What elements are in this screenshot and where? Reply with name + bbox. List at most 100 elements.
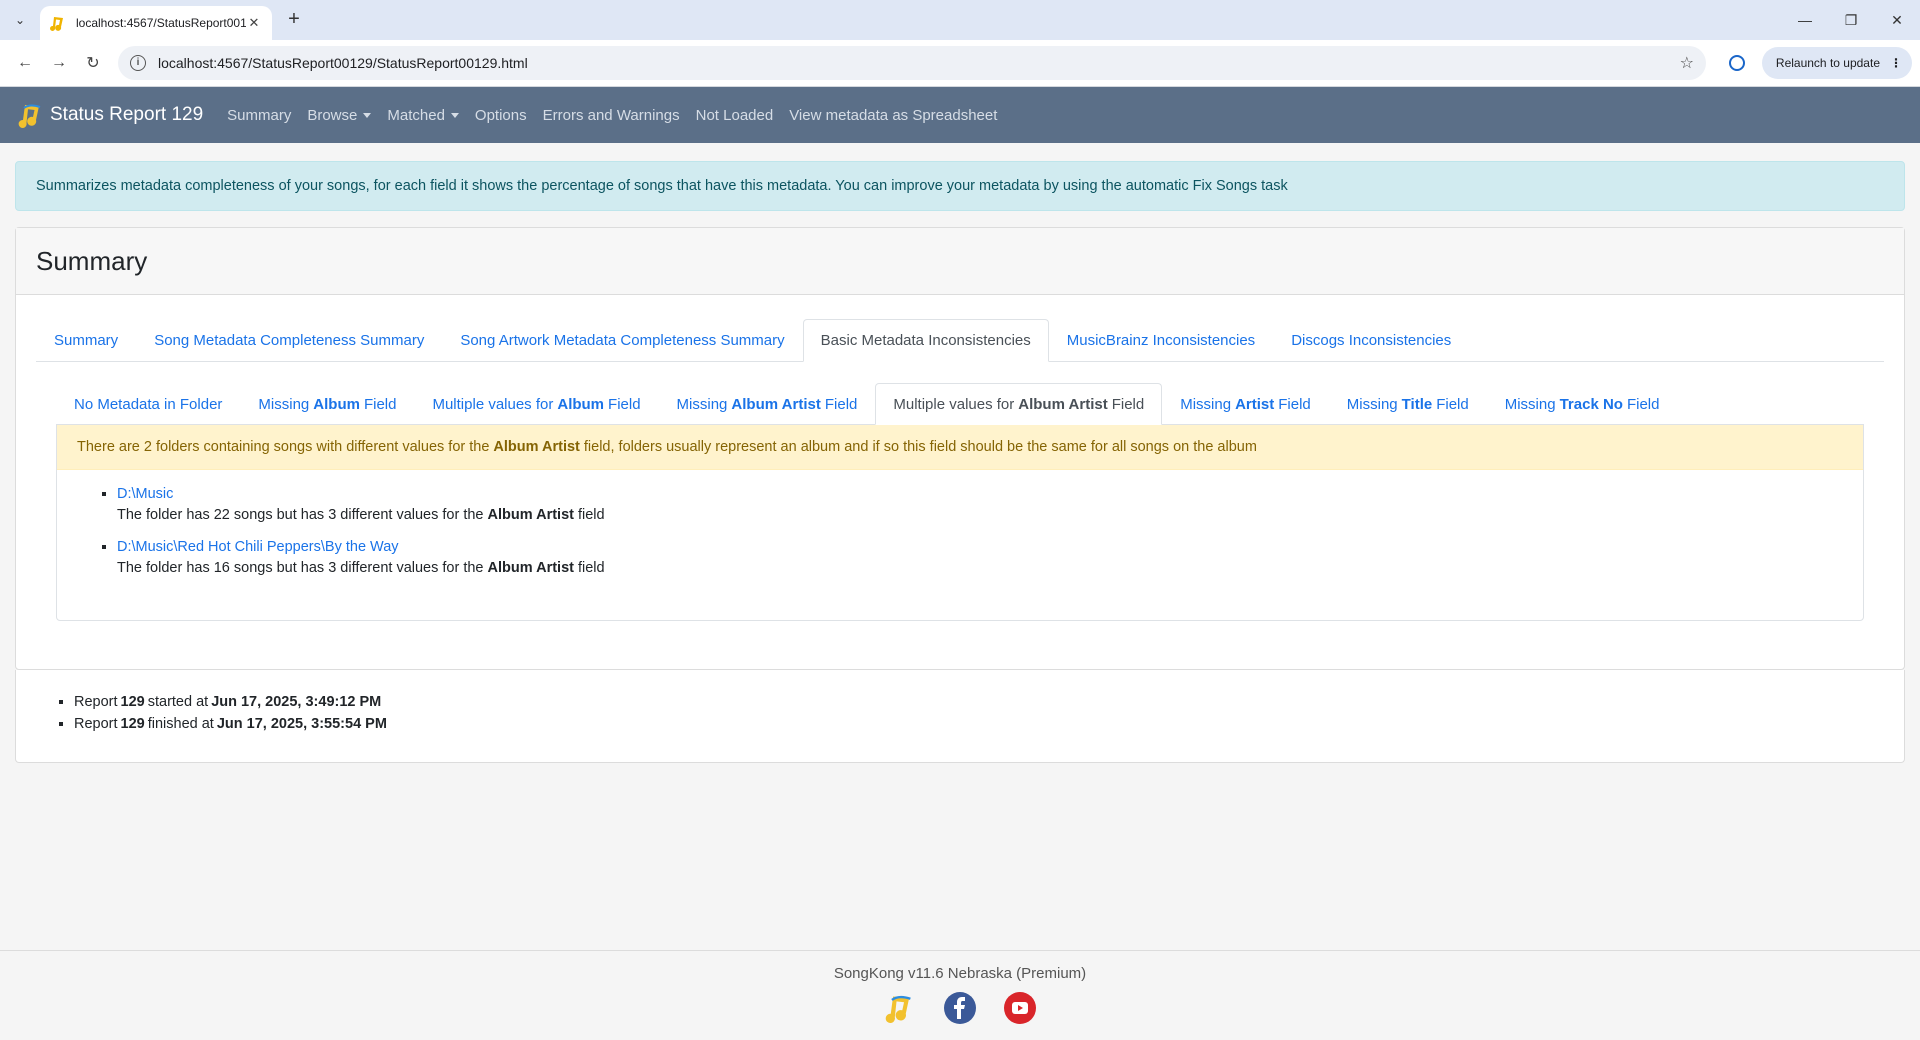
tab-discogs-inconsistencies[interactable]: Discogs Inconsistencies bbox=[1273, 319, 1469, 362]
browser-tab[interactable]: localhost:4567/StatusReport00129 ✕ bbox=[40, 6, 272, 40]
subtab-panel: There are 2 folders containing songs wit… bbox=[56, 424, 1864, 621]
warning-text-bold: Album Artist bbox=[493, 439, 580, 455]
tab-summary[interactable]: Summary bbox=[36, 319, 136, 362]
list-item: D:\Music The folder has 22 songs but has … bbox=[117, 486, 1843, 523]
tab-search-chevron-icon[interactable]: ⌄ bbox=[8, 8, 32, 32]
close-tab-icon[interactable]: ✕ bbox=[246, 15, 262, 31]
warning-alert: There are 2 folders containing songs wit… bbox=[57, 425, 1863, 470]
folder-link[interactable]: D:\Music\Red Hot Chili Peppers\By the Wa… bbox=[117, 539, 399, 555]
page-content: Summarizes metadata completeness of your… bbox=[0, 161, 1920, 763]
tab-musicbrainz-inconsistencies[interactable]: MusicBrainz Inconsistencies bbox=[1049, 319, 1273, 362]
site-info-icon[interactable]: i bbox=[130, 55, 146, 71]
app-navbar: Status Report 129 Summary Browse Matched Op… bbox=[0, 87, 1920, 143]
youtube-icon[interactable] bbox=[1004, 992, 1036, 1024]
dropdown-caret-icon bbox=[450, 112, 459, 118]
subtab-label: Multiple values for bbox=[432, 395, 554, 413]
subtab-multiple-values-for-album-field[interactable]: Multiple values for Album Field bbox=[414, 383, 658, 425]
songkong-favicon-icon bbox=[50, 17, 63, 31]
subtab-missing-track-no-field[interactable]: Missing Track No Field bbox=[1487, 383, 1678, 425]
nav-links: Summary Browse Matched Options Errors and Wa… bbox=[227, 107, 1013, 124]
nav-link-options[interactable]: Options bbox=[475, 107, 527, 124]
window-controls: — ❐ ✕ bbox=[1782, 0, 1920, 40]
new-tab-plus-icon[interactable]: + bbox=[282, 8, 306, 32]
subtab-label: No Metadata in Folder bbox=[74, 395, 223, 413]
facebook-icon[interactable] bbox=[944, 992, 976, 1024]
subtab-multiple-values-for-album-artist-field[interactable]: Multiple values for Album Artist Field bbox=[875, 383, 1163, 425]
browser-tabstrip: ⌄ localhost:4567/StatusReport00129 ✕ + —… bbox=[0, 0, 1920, 40]
profile-icon[interactable] bbox=[1720, 46, 1754, 80]
report-times-card: Report129started atJun 17, 2025, 3:49:12… bbox=[15, 670, 1905, 763]
folder-description: The folder has 16 songs but has 3 differ… bbox=[117, 560, 605, 576]
subtab-label: Missing bbox=[1180, 395, 1232, 413]
nav-link-summary[interactable]: Summary bbox=[227, 107, 291, 124]
bookmark-star-icon[interactable]: ☆ bbox=[1680, 53, 1694, 73]
reload-icon[interactable]: ↻ bbox=[76, 46, 110, 80]
subtab-label: Missing bbox=[1504, 395, 1556, 413]
subtab-missing-album-artist-field[interactable]: Missing Album Artist Field bbox=[659, 383, 876, 425]
folder-description: The folder has 22 songs but has 3 differ… bbox=[117, 507, 605, 523]
subtab-label-suffix: Field bbox=[1111, 395, 1145, 413]
nav-link-not-loaded[interactable]: Not Loaded bbox=[696, 107, 774, 124]
songkong-logo-icon bbox=[18, 104, 41, 128]
nav-link-view-metadata-as-spreadsheet[interactable]: View metadata as Spreadsheet bbox=[789, 107, 997, 124]
subtab-label: Missing bbox=[676, 395, 728, 413]
nav-link-errors-and-warnings[interactable]: Errors and Warnings bbox=[543, 107, 680, 124]
subtab-no-metadata-in-folder[interactable]: No Metadata in Folder bbox=[56, 383, 240, 425]
info-alert: Summarizes metadata completeness of your… bbox=[15, 161, 1905, 211]
subtab-missing-album-field[interactable]: Missing Album Field bbox=[240, 383, 414, 425]
close-window-icon[interactable]: ✕ bbox=[1874, 0, 1920, 40]
footer: SongKong v11.6 Nebraska (Premium) bbox=[0, 950, 1920, 1040]
subtab-label-bold: Artist bbox=[1235, 395, 1275, 413]
card-body: Summary Song Metadata Completeness Summar… bbox=[16, 295, 1904, 669]
subtab-label-bold: Album Artist bbox=[731, 395, 821, 413]
subtab-missing-artist-field[interactable]: Missing Artist Field bbox=[1162, 383, 1329, 425]
subtab-label-bold: Album Artist bbox=[1018, 395, 1108, 413]
subtab-label-bold: Album bbox=[557, 395, 605, 413]
warning-text-pre: There are 2 folders containing songs wit… bbox=[77, 439, 490, 455]
subtab-missing-title-field[interactable]: Missing Title Field bbox=[1329, 383, 1487, 425]
brand-title: Status Report 129 bbox=[50, 104, 204, 125]
summary-card: Summary Summary Song Metadata Completenes… bbox=[15, 227, 1905, 670]
dropdown-caret-icon bbox=[363, 112, 372, 118]
minimize-icon[interactable]: — bbox=[1782, 0, 1828, 40]
url-text: localhost:4567/StatusReport00129/StatusR… bbox=[158, 55, 528, 71]
subtab-label: Missing bbox=[1346, 395, 1398, 413]
subtab-label-bold: Title bbox=[1401, 395, 1433, 413]
tab-basic-metadata-inconsistencies[interactable]: Basic Metadata Inconsistencies bbox=[802, 319, 1049, 362]
brand[interactable]: Status Report 129 bbox=[18, 102, 203, 128]
subtab-label-suffix: Field bbox=[1626, 395, 1660, 413]
subtab-label-bold: Track No bbox=[1559, 395, 1623, 413]
report-started: Report129started atJun 17, 2025, 3:49:12… bbox=[74, 694, 1884, 710]
subtab-label-suffix: Field bbox=[608, 395, 641, 413]
relaunch-button[interactable]: Relaunch to update ⋮ bbox=[1761, 47, 1912, 79]
subtab-label: Multiple values for bbox=[893, 395, 1015, 413]
subtab-label-suffix: Field bbox=[1436, 395, 1469, 413]
folder-list: D:\Music The folder has 22 songs but has … bbox=[57, 470, 1863, 620]
tab-song-metadata-completeness-summary[interactable]: Song Metadata Completeness Summary bbox=[136, 319, 442, 362]
forward-arrow-icon[interactable]: → bbox=[42, 46, 76, 80]
list-item: D:\Music\Red Hot Chili Peppers\By the Wa… bbox=[117, 539, 1843, 576]
more-menu-icon[interactable]: ⋮ bbox=[1890, 56, 1902, 70]
sub-tabs: No Metadata in Folder Missing Album Field Mu… bbox=[56, 382, 1864, 425]
main-tabs: Summary Song Metadata Completeness Summar… bbox=[36, 319, 1884, 362]
restore-icon[interactable]: ❐ bbox=[1828, 0, 1874, 40]
subtab-label-suffix: Field bbox=[824, 395, 858, 413]
subtab-label-bold: Album bbox=[313, 395, 360, 413]
footer-icons bbox=[0, 992, 1920, 1024]
report-finished: Report129finished atJun 17, 2025, 3:55:5… bbox=[74, 716, 1884, 732]
subtab-label-suffix: Field bbox=[1278, 395, 1311, 413]
folder-link[interactable]: D:\Music bbox=[117, 486, 173, 502]
tab-song-artwork-metadata-completeness-summary[interactable]: Song Artwork Metadata Completeness Summa… bbox=[442, 319, 802, 362]
subtab-label: Missing bbox=[258, 395, 310, 413]
relaunch-label: Relaunch to update bbox=[1775, 56, 1880, 70]
songkong-link-icon[interactable] bbox=[884, 992, 916, 1024]
footer-version: SongKong v11.6 Nebraska (Premium) bbox=[833, 965, 1087, 982]
nav-link-matched[interactable]: Matched bbox=[387, 107, 445, 124]
browser-tab-title: localhost:4567/StatusReport00129 bbox=[76, 16, 246, 30]
browser-toolbar: ← → ↻ i localhost:4567/StatusReport00129… bbox=[0, 40, 1920, 87]
nav-link-browse[interactable]: Browse bbox=[307, 107, 357, 124]
warning-text-post: field, folders usually represent an albu… bbox=[583, 439, 1257, 455]
address-bar[interactable]: i localhost:4567/StatusReport00129/Statu… bbox=[118, 46, 1706, 80]
subtab-label-suffix: Field bbox=[363, 395, 397, 413]
back-arrow-icon[interactable]: ← bbox=[8, 46, 42, 80]
